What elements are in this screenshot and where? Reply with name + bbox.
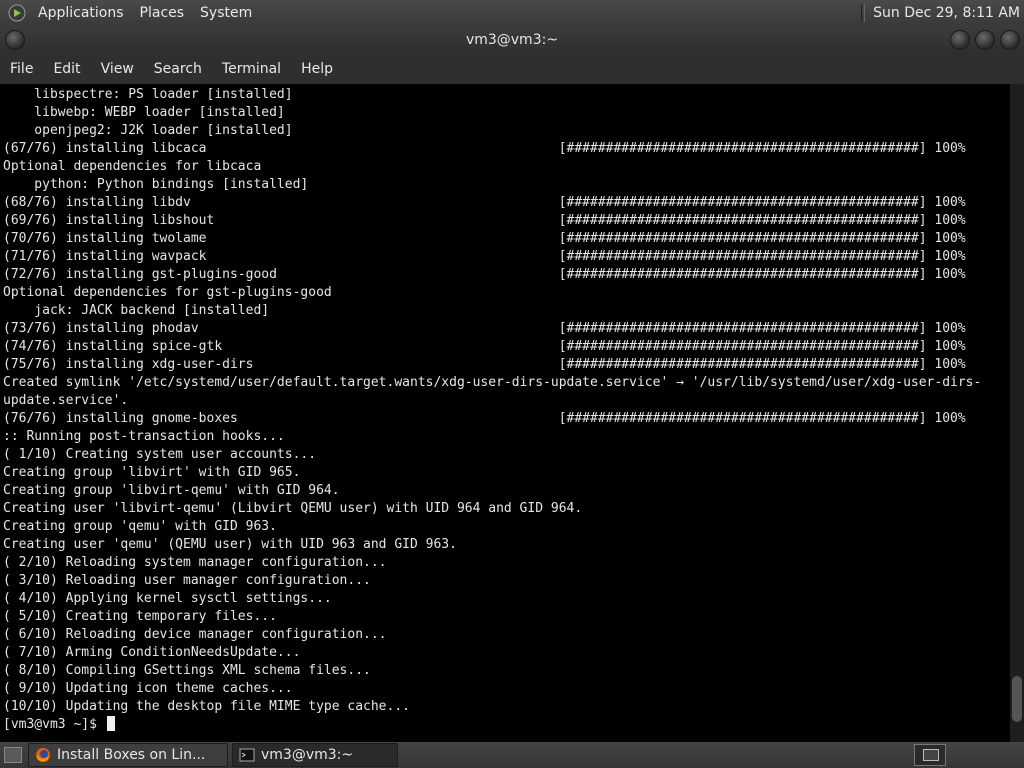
terminal-line: Creating group 'libvirt' with GID 965. (3, 465, 301, 480)
terminal-line: Creating user 'libvirt-qemu' (Libvirt QE… (3, 501, 583, 516)
terminal-line: ( 5/10) Creating temporary files... (3, 609, 277, 624)
terminal-scrollbar[interactable] (1010, 84, 1024, 742)
taskbar-item-browser[interactable]: Install Boxes on Lin... (28, 743, 228, 767)
terminal-output[interactable]: libspectre: PS loader [installed] libweb… (0, 84, 1010, 742)
top-panel: Applications Places System Sun Dec 29, 8… (0, 0, 1024, 25)
show-desktop-icon[interactable] (4, 747, 22, 763)
terminal-line: libspectre: PS loader [installed] (3, 87, 293, 102)
terminal-line: Creating user 'qemu' (QEMU user) with UI… (3, 537, 457, 552)
terminal-line: ( 3/10) Reloading user manager configura… (3, 573, 371, 588)
terminal-line: (75/76) installing xdg-user-dirs [######… (3, 357, 966, 372)
terminal-line: jack: JACK backend [installed] (3, 303, 270, 318)
terminal-line: ( 9/10) Updating icon theme caches... (3, 681, 293, 696)
text-cursor (106, 716, 115, 731)
terminal-line: ( 4/10) Applying kernel sysctl settings.… (3, 591, 332, 606)
terminal-prompt-line[interactable]: [vm3@vm3 ~]$ (3, 716, 981, 734)
terminal-line: :: Running post-transaction hooks... (3, 429, 285, 444)
taskbar-item-label: Install Boxes on Lin... (57, 747, 206, 763)
menu-edit[interactable]: Edit (43, 55, 90, 83)
terminal-line: (76/76) installing gnome-boxes [########… (3, 411, 966, 426)
places-menu[interactable]: Places (132, 5, 193, 21)
taskbar-item-label: vm3@vm3:~ (261, 747, 354, 763)
shell-prompt: [vm3@vm3 ~]$ (3, 717, 105, 732)
terminal-line: python: Python bindings [installed] (3, 177, 309, 192)
clock[interactable]: Sun Dec 29, 8:11 AM (873, 5, 1024, 21)
terminal-line: ( 7/10) Arming ConditionNeedsUpdate... (3, 645, 301, 660)
terminal-line: openjpeg2: J2K loader [installed] (3, 123, 293, 138)
menu-view[interactable]: View (91, 55, 144, 83)
terminal-line: (68/76) installing libdv [##############… (3, 195, 966, 210)
terminal-lines: libspectre: PS loader [installed] libweb… (3, 86, 981, 734)
applications-menu[interactable]: Applications (30, 5, 132, 21)
terminal-line: Creating group 'libvirt-qemu' with GID 9… (3, 483, 340, 498)
distro-logo-icon[interactable] (8, 4, 26, 22)
terminal-line: (10/10) Updating the desktop file MIME t… (3, 699, 410, 714)
menubar: File Edit View Search Terminal Help (0, 55, 1024, 83)
terminal-line: Created symlink '/etc/systemd/user/defau… (3, 375, 982, 390)
menu-help[interactable]: Help (291, 55, 343, 83)
terminal-line: (74/76) installing spice-gtk [##########… (3, 339, 966, 354)
window-menu-icon[interactable] (5, 30, 25, 50)
terminal-line: libwebp: WEBP loader [installed] (3, 105, 285, 120)
window-title: vm3@vm3:~ (465, 32, 559, 48)
scrollbar-thumb[interactable] (1012, 676, 1022, 722)
terminal-line: update.service'. (3, 393, 129, 408)
terminal-line: (72/76) installing gst-plugins-good [###… (3, 267, 966, 282)
terminal-line: Creating group 'qemu' with GID 963. (3, 519, 277, 534)
panel-separator (861, 3, 866, 22)
maximize-icon[interactable] (975, 30, 995, 50)
terminal-line: Optional dependencies for gst-plugins-go… (3, 285, 332, 300)
terminal-line: (67/76) installing libcaca [############… (3, 141, 966, 156)
minimize-icon[interactable] (950, 30, 970, 50)
terminal-line: (69/76) installing libshout [###########… (3, 213, 966, 228)
terminal-line: ( 2/10) Reloading system manager configu… (3, 555, 387, 570)
workspace-switcher[interactable] (914, 744, 946, 766)
terminal-line: (71/76) installing wavpack [############… (3, 249, 966, 264)
terminal-line: ( 8/10) Compiling GSettings XML schema f… (3, 663, 371, 678)
terminal-line: (73/76) installing phodav [#############… (3, 321, 966, 336)
terminal-line: (70/76) installing twolame [############… (3, 231, 966, 246)
window-titlebar[interactable]: vm3@vm3:~ (0, 25, 1024, 55)
terminal-line: ( 6/10) Reloading device manager configu… (3, 627, 387, 642)
menu-terminal[interactable]: Terminal (212, 55, 291, 83)
system-menu[interactable]: System (192, 5, 260, 21)
menu-search[interactable]: Search (144, 55, 212, 83)
terminal-icon (239, 748, 255, 762)
close-icon[interactable] (1000, 30, 1020, 50)
bottom-panel: Install Boxes on Lin... vm3@vm3:~ (0, 742, 1024, 768)
terminal-line: Optional dependencies for libcaca (3, 159, 262, 174)
terminal-line: ( 1/10) Creating system user accounts... (3, 447, 317, 462)
firefox-icon (36, 748, 50, 762)
workspace-window-thumb (923, 749, 939, 761)
menu-file[interactable]: File (0, 55, 43, 83)
taskbar-item-terminal[interactable]: vm3@vm3:~ (232, 743, 398, 767)
